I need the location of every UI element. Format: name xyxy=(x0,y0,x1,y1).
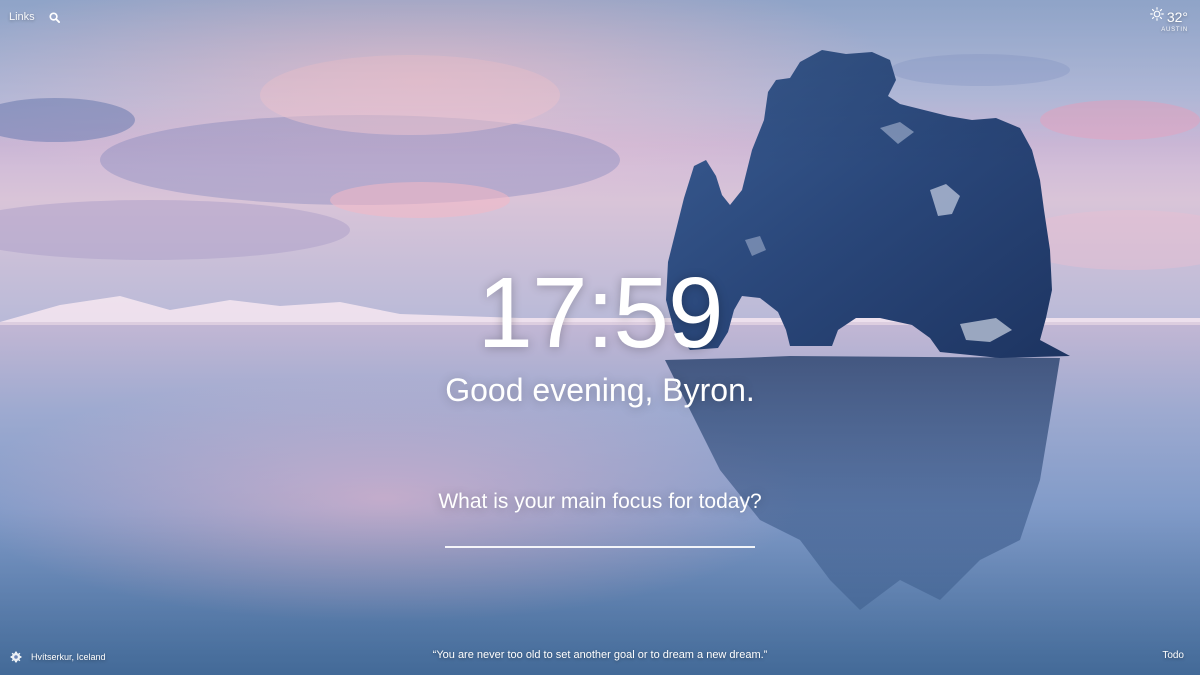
search-icon[interactable] xyxy=(49,11,60,23)
greeting: Good evening, Byron. xyxy=(445,372,755,408)
clock[interactable]: 17:59 xyxy=(0,263,1200,363)
weather-row: 32° xyxy=(1149,7,1188,26)
links-button[interactable]: Links xyxy=(9,11,35,23)
weather-temperature: 32° xyxy=(1166,8,1188,25)
todo-button[interactable]: Todo xyxy=(1162,650,1184,661)
top-left-bar: Links xyxy=(9,11,60,23)
sun-icon xyxy=(1149,7,1164,26)
daily-quote[interactable]: “You are never too old to set another go… xyxy=(0,649,1200,661)
focus-input[interactable] xyxy=(445,522,755,548)
momentum-dashboard: Links 32° AUSTIN 17:59 Good evening, Byr… xyxy=(0,0,1200,675)
focus-question: What is your main focus for today? xyxy=(438,490,762,513)
weather-location: AUSTIN xyxy=(1161,27,1188,33)
weather-widget[interactable]: 32° AUSTIN xyxy=(1149,7,1188,33)
